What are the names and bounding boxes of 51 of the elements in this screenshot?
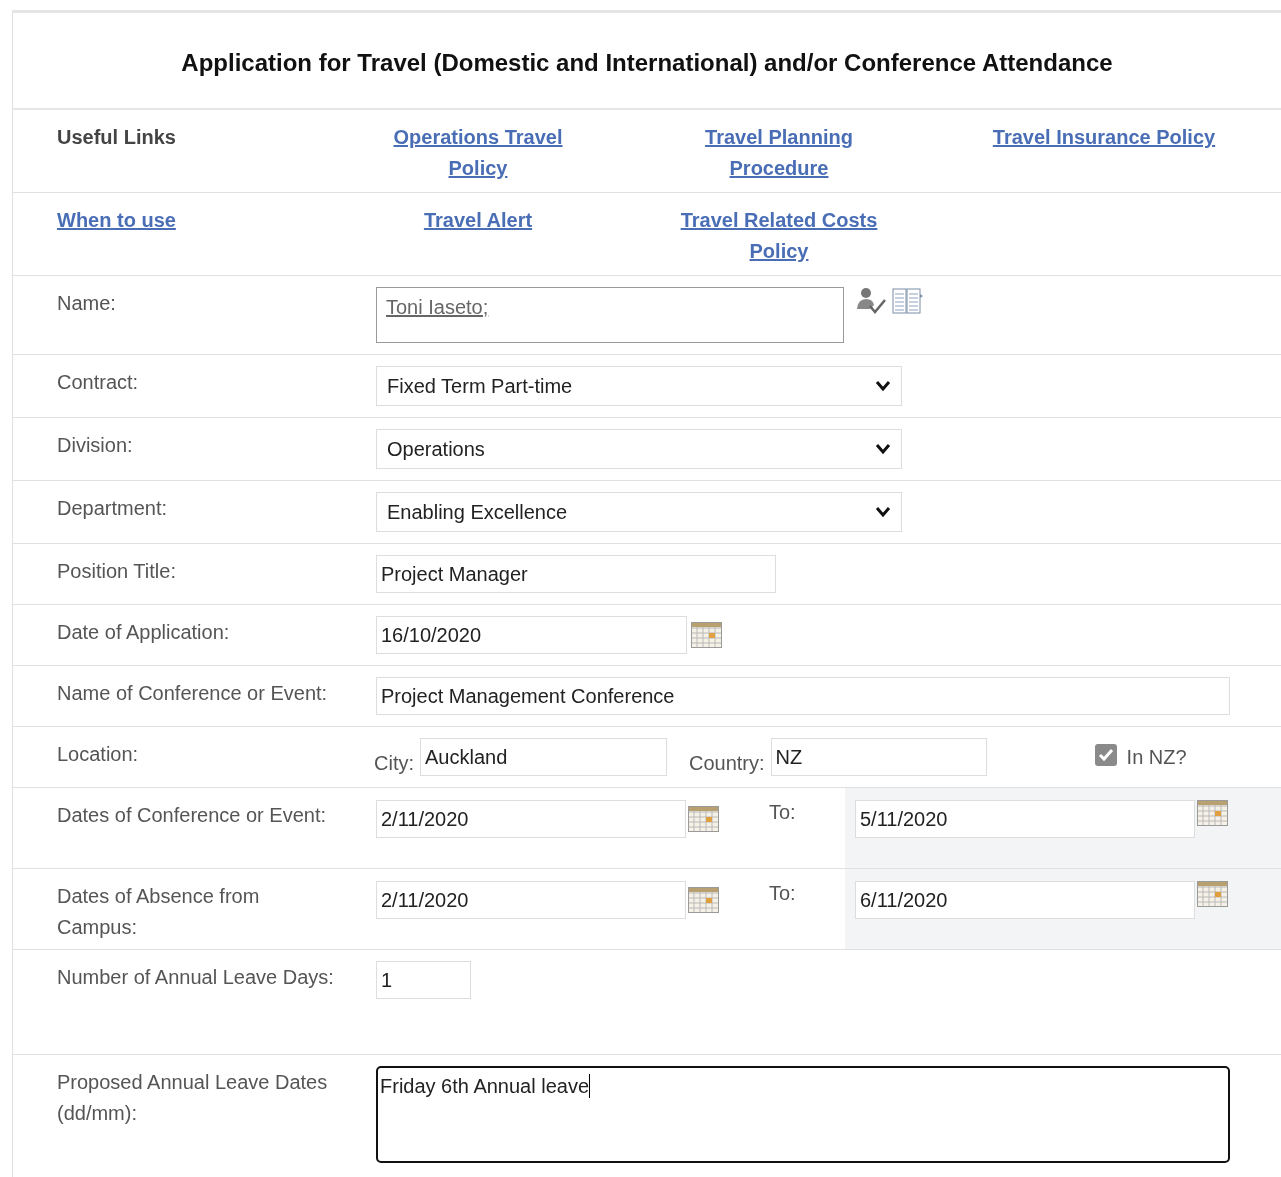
text-area[interactable]: Friday 6th Annual leave (376, 1066, 1230, 1163)
field-label: Country: (689, 752, 765, 775)
chevron-down-icon (875, 443, 891, 455)
chevron-down-icon (875, 380, 891, 392)
date-field[interactable]: 2/11/2020 (376, 800, 686, 838)
field-label: Contract: (57, 370, 140, 395)
chevron-down-icon (875, 506, 891, 518)
calendar-icon[interactable] (688, 887, 719, 913)
field-label: To: (769, 882, 797, 906)
link[interactable]: Operations Travel Policy (376, 122, 580, 184)
section-label: Useful Links (57, 126, 176, 148)
link[interactable]: Travel Planning Procedure (664, 122, 894, 184)
date-field[interactable]: 16/10/2020 (376, 616, 687, 654)
form-title: Application for Travel (Domestic and International) and/or Conference Attendance (181, 49, 1113, 77)
text-field[interactable]: Project Management Conference (376, 677, 1230, 715)
dropdown[interactable]: Enabling Excellence (376, 492, 902, 532)
field-label: Dates of Absence from Campus: (57, 884, 261, 940)
field-label: Name of Conference or Event: (57, 681, 329, 706)
city-field[interactable]: Auckland (420, 738, 667, 776)
calendar-icon[interactable] (1197, 881, 1228, 907)
field-label: Division: (57, 433, 134, 458)
field-label: Proposed Annual Leave Dates (dd/mm): (57, 1070, 329, 1126)
date-field[interactable]: 2/11/2020 (376, 881, 686, 919)
field-label: To: (769, 801, 797, 825)
calendar-icon[interactable] (688, 806, 719, 832)
field-label: Name: (57, 291, 117, 316)
field-label: Location: (57, 742, 140, 767)
field-label: Department: (57, 496, 169, 521)
field-label: City: (374, 752, 414, 775)
dropdown[interactable]: Operations (376, 429, 902, 469)
person-check-icon[interactable] (856, 287, 886, 315)
link[interactable]: When to use (57, 205, 176, 236)
field-label: Number of Annual Leave Days: (57, 965, 335, 990)
field-label: Position Title: (57, 559, 177, 584)
checkbox-label: In NZ? (1126, 746, 1187, 769)
link[interactable]: Travel Alert (423, 205, 533, 236)
date-field[interactable]: 6/11/2020 (855, 881, 1195, 919)
link[interactable]: Travel Insurance Policy (992, 122, 1216, 153)
text-field[interactable]: Project Manager (376, 555, 776, 593)
number-field[interactable]: 1 (376, 961, 471, 999)
checkbox[interactable] (1094, 744, 1117, 766)
address-book-icon[interactable] (892, 288, 924, 314)
field-label: Dates of Conference or Event: (57, 803, 328, 828)
country-field[interactable]: NZ (770, 738, 987, 776)
field-label: Date of Application: (57, 620, 231, 645)
calendar-icon[interactable] (1197, 800, 1228, 826)
name-field[interactable]: Toni Iaseto; (376, 287, 844, 343)
date-field[interactable]: 5/11/2020 (855, 800, 1195, 838)
link[interactable]: Travel Related Costs Policy (664, 205, 894, 267)
calendar-icon[interactable] (691, 622, 722, 648)
dropdown[interactable]: Fixed Term Part-time (376, 366, 902, 406)
